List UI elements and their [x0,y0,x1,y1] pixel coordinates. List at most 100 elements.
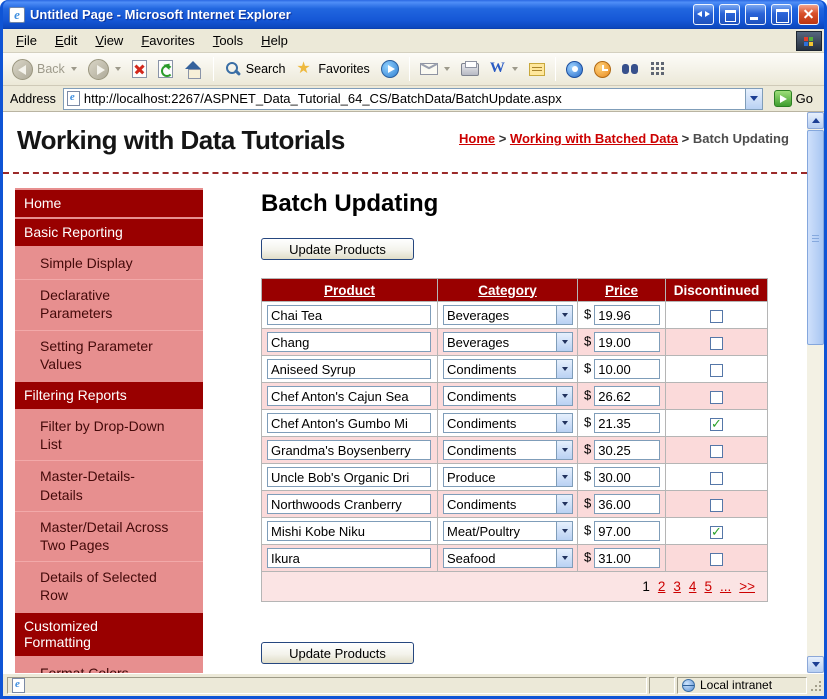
pager-link[interactable]: 4 [689,579,697,594]
edit-button[interactable] [485,57,523,81]
category-select[interactable]: Condiments [443,359,573,379]
price-input[interactable] [594,332,661,352]
resize-grip[interactable] [809,679,822,692]
pager-link[interactable]: 3 [673,579,681,594]
quick-links-button[interactable] [646,59,670,79]
category-select[interactable]: Condiments [443,413,573,433]
media-button[interactable] [376,57,404,81]
menu-item-tools[interactable]: Tools [204,30,252,51]
favorites-button[interactable]: Favorites [291,57,374,81]
column-header-category[interactable]: Category [437,278,578,302]
sidebar-item[interactable]: Declarative Parameters [15,279,203,329]
column-header-label[interactable]: Product [324,283,375,298]
column-header-price[interactable]: Price [577,278,666,302]
search-button[interactable]: Search [219,57,291,81]
price-input[interactable] [594,359,661,379]
product-name-input[interactable] [267,386,431,406]
maximize-button[interactable] [771,4,792,25]
discontinued-checkbox[interactable] [710,525,723,540]
price-input[interactable] [594,521,661,541]
back-button[interactable]: Back [7,56,82,83]
category-select[interactable]: Beverages [443,332,573,352]
address-dropdown-button[interactable] [744,88,762,109]
update-products-button-top[interactable]: Update Products [261,238,414,260]
discontinued-checkbox[interactable] [710,444,723,458]
research-button[interactable] [617,61,645,78]
menu-item-file[interactable]: File [7,30,46,51]
price-input[interactable] [594,467,661,487]
sidebar-item[interactable]: Basic Reporting [15,219,203,246]
product-name-input[interactable] [267,359,431,379]
print-button[interactable] [456,60,484,79]
product-name-input[interactable] [267,332,431,352]
product-name-input[interactable] [267,440,431,460]
discontinued-checkbox[interactable] [710,552,723,566]
menu-item-favorites[interactable]: Favorites [132,30,203,51]
discontinued-checkbox[interactable] [710,390,723,404]
discontinued-checkbox[interactable] [710,498,723,512]
sidebar-item[interactable]: Filter by Drop-Down List [15,411,203,460]
refresh-button[interactable] [153,57,178,81]
category-select[interactable]: Produce [443,467,573,487]
discuss-button[interactable] [524,60,550,79]
column-header-label[interactable]: Category [478,283,537,298]
discontinued-checkbox[interactable] [710,309,723,323]
pager-link[interactable]: 5 [704,579,712,594]
price-input[interactable] [594,386,661,406]
category-select[interactable]: Condiments [443,440,573,460]
sidebar-item[interactable]: Home [15,190,203,217]
price-input[interactable] [594,548,661,568]
mail-button[interactable] [415,60,455,78]
pager-link[interactable]: ... [720,579,731,594]
update-products-button-bottom[interactable]: Update Products [261,642,414,664]
breadcrumb-link[interactable]: Working with Batched Data [510,131,678,146]
product-name-input[interactable] [267,548,431,568]
discontinued-checkbox[interactable] [710,471,723,485]
product-name-input[interactable] [267,521,431,541]
close-button[interactable] [798,4,819,25]
discontinued-checkbox[interactable] [710,363,723,377]
breadcrumb-link[interactable]: Home [459,131,495,146]
sidebar-item[interactable]: Simple Display [15,248,203,279]
stop-button[interactable] [127,57,152,81]
vertical-scrollbar[interactable] [807,112,824,673]
discontinued-checkbox[interactable] [710,417,723,432]
product-name-input[interactable] [267,494,431,514]
address-input[interactable] [79,91,745,106]
scroll-down-button[interactable] [807,656,824,673]
sidebar-item[interactable]: Details of Selected Row [15,561,203,611]
price-input[interactable] [594,413,661,433]
go-button[interactable]: Go [769,89,818,108]
minimize-button[interactable] [745,4,766,25]
scroll-up-button[interactable] [807,112,824,129]
sidebar-item[interactable]: Master/Detail Across Two Pages [15,510,203,561]
menu-item-edit[interactable]: Edit [46,30,86,51]
home-button[interactable] [179,57,208,81]
pager-link[interactable]: 2 [658,579,666,594]
discontinued-checkbox[interactable] [710,336,723,350]
titlebar-window-button[interactable] [719,4,740,25]
price-input[interactable] [594,440,661,460]
category-select[interactable]: Meat/Poultry [443,521,573,541]
product-name-input[interactable] [267,305,431,325]
sidebar-item[interactable]: Customized Formatting [15,613,203,657]
category-select[interactable]: Seafood [443,548,573,568]
column-header-product[interactable]: Product [261,278,438,302]
sidebar-item[interactable]: Format Colors [15,658,203,673]
category-select[interactable]: Condiments [443,386,573,406]
history-button[interactable] [589,58,616,81]
menu-item-help[interactable]: Help [252,30,297,51]
product-name-input[interactable] [267,413,431,433]
sidebar-item[interactable]: Master-Details-Details [15,460,203,510]
column-header-label[interactable]: Price [605,283,638,298]
category-select[interactable]: Condiments [443,494,573,514]
sidebar-item[interactable]: Setting Parameter Values [15,329,203,380]
category-select[interactable]: Beverages [443,305,573,325]
messenger-button[interactable] [561,58,588,81]
forward-button[interactable] [83,56,126,83]
sidebar-item[interactable]: Filtering Reports [15,381,203,409]
product-name-input[interactable] [267,467,431,487]
price-input[interactable] [594,494,661,514]
scrollbar-thumb[interactable] [807,130,824,345]
price-input[interactable] [594,305,661,325]
